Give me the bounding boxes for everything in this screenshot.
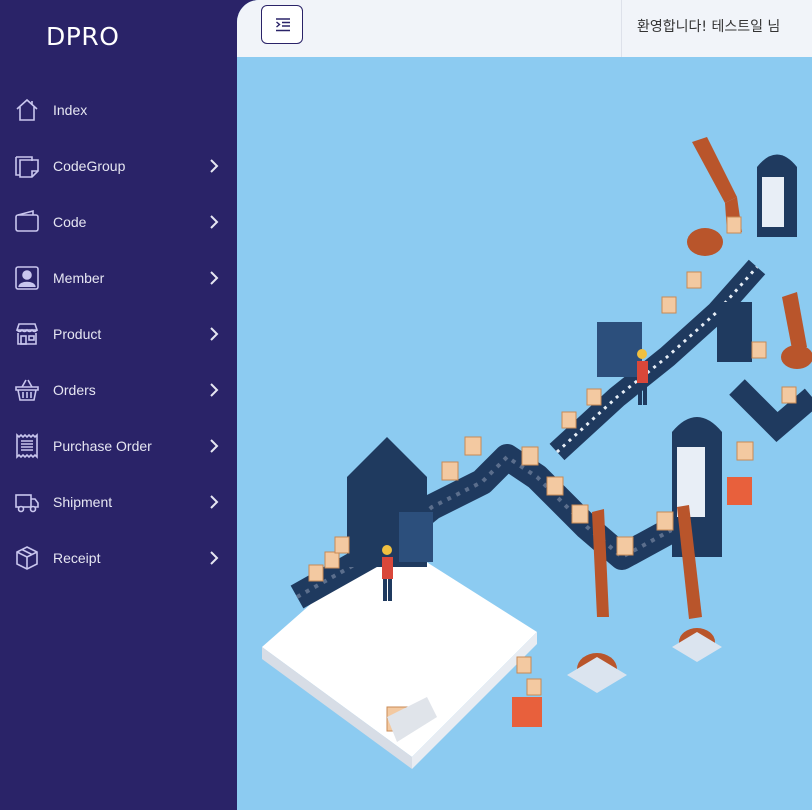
sidebar-item-product[interactable]: Product [0,306,237,362]
sidebar-item-label: Shipment [53,494,113,510]
brand-logo[interactable]: DPRO [46,22,119,51]
topbar: 환영합니다! 테스트일 님 [237,0,812,57]
sidebar-item-label: Code [53,214,87,230]
sidebar-item-shipment[interactable]: Shipment [0,474,237,530]
box-icon [16,546,38,570]
sidebar-menu: Index CodeGroup Code Member Product Orde… [0,82,237,586]
sidebar-item-label: Member [53,270,105,286]
sidebar-item-label: CodeGroup [53,158,126,174]
welcome-message: 환영합니다! 테스트일 님 [637,19,781,35]
sidebar-item-member[interactable]: Member [0,250,237,306]
sidebar-item-index[interactable]: Index [0,82,237,138]
sidebar-item-orders[interactable]: Orders [0,362,237,418]
wallet-icon [15,209,39,232]
sidebar-item-purchase-order[interactable]: Purchase Order [0,418,237,474]
chevron-right-icon [210,551,219,565]
topbar-divider [621,0,622,57]
sidebar-item-label: Index [53,102,88,118]
factory-conveyor-illustration [262,137,812,769]
receipt-icon [16,433,38,459]
sticky-note-icon [15,156,39,178]
sidebar-item-code[interactable]: Code [0,194,237,250]
chevron-right-icon [210,495,219,509]
text-indent-icon [276,18,290,32]
sidebar-item-receipt[interactable]: Receipt [0,530,237,586]
sidebar-item-label: Receipt [53,550,101,566]
chevron-right-icon [210,159,219,173]
sidebar-toggle-button[interactable] [261,5,303,44]
chevron-right-icon [210,215,219,229]
home-icon [16,98,38,121]
sidebar-item-label: Product [53,326,102,342]
chevron-right-icon [210,439,219,453]
chevron-right-icon [210,327,219,341]
chevron-right-icon [210,271,219,285]
sidebar-item-codegroup[interactable]: CodeGroup [0,138,237,194]
sidebar-item-label: Orders [53,382,96,398]
truck-icon [15,494,39,513]
main-content: 환영합니다! 테스트일 님 [237,0,812,810]
sidebar-item-label: Purchase Order [53,438,152,454]
shop-icon [15,323,39,345]
sidebar: DPRO Index CodeGroup Code Member Product… [0,0,237,810]
chevron-right-icon [210,383,219,397]
basket-icon [15,379,39,401]
person-badge-icon [15,266,39,290]
